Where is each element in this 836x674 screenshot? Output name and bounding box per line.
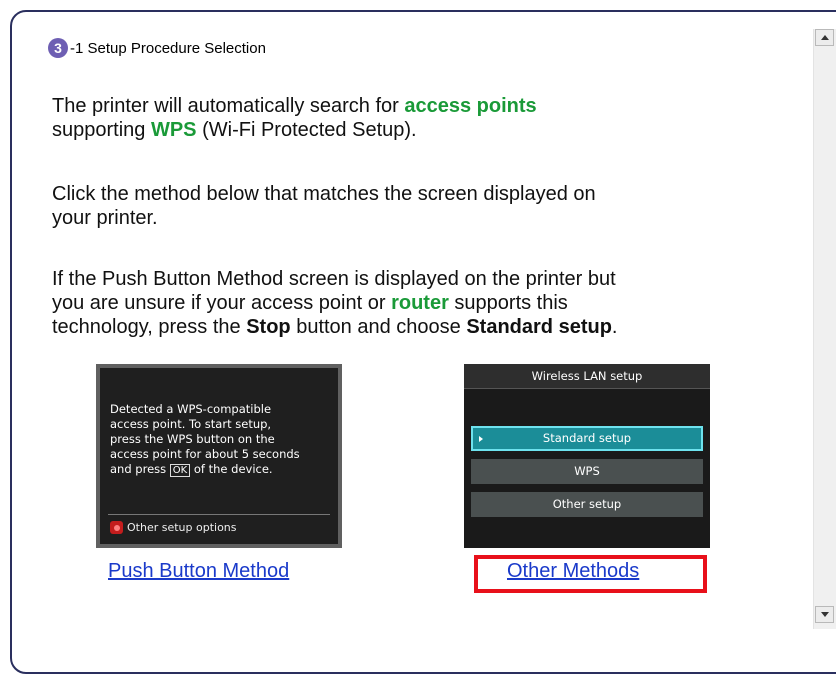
push-button-method-link[interactable]: Push Button Method (108, 560, 289, 583)
screen-text-part: and press (110, 462, 170, 476)
access-points-term: access points (404, 95, 537, 117)
router-term: router (391, 292, 449, 314)
standard-setup-term: Standard setup (466, 316, 612, 338)
screen-text-line: press the WPS button on the (110, 432, 275, 446)
option-label: Other setup (552, 497, 622, 511)
note-part: supports this (448, 292, 568, 314)
intro-text-part: (Wi-Fi Protected Setup). (196, 119, 417, 141)
instruction-text: Click the method below that matches the … (52, 182, 596, 230)
other-methods-link[interactable]: Other Methods (507, 560, 639, 583)
screen-text-line: access point for about 5 seconds (110, 447, 300, 461)
note-part: . (611, 316, 618, 338)
screen-text-line: access point. To start setup, (110, 417, 272, 431)
step-header: 3 -1 Setup Procedure Selection (48, 38, 266, 58)
standard-setup-option: Standard setup (471, 426, 703, 451)
scroll-down-button[interactable] (815, 606, 834, 623)
other-setup-option: Other setup (471, 492, 703, 517)
wlan-screen-title: Wireless LAN setup (464, 364, 710, 389)
wireless-lan-screen-image[interactable]: Wireless LAN setup Standard setup WPS Ot… (464, 364, 710, 548)
selection-arrow-icon (479, 436, 483, 442)
screen-text-part: of the device. (190, 462, 273, 476)
note-part: technology, press the (52, 316, 247, 338)
ok-key-label: OK (169, 464, 191, 477)
stop-button-icon (110, 521, 123, 534)
note-text: If the Push Button Method screen is disp… (52, 267, 617, 339)
push-button-screen-image[interactable]: Detected a WPS-compatible access point. … (96, 364, 342, 548)
instruction-line: Click the method below that matches the … (52, 183, 596, 205)
intro-text-part: supporting (52, 119, 151, 141)
note-line: If the Push Button Method screen is disp… (52, 268, 616, 290)
screen-divider (108, 514, 330, 515)
other-setup-options-label: Other setup options (127, 521, 237, 534)
stop-term: Stop (246, 316, 291, 338)
triangle-up-icon (820, 35, 829, 40)
intro-text-part: The printer will automatically search fo… (52, 95, 405, 117)
intro-text: The printer will automatically search fo… (52, 94, 537, 142)
step-title: -1 Setup Procedure Selection (70, 39, 266, 57)
option-label: WPS (574, 464, 600, 478)
screen-text-line: and press OK of the device. (110, 462, 328, 478)
step-number-badge: 3 (48, 38, 68, 58)
note-part: button and choose (290, 316, 467, 338)
scroll-up-button[interactable] (815, 29, 834, 46)
note-part: you are unsure if your access point or (52, 292, 392, 314)
screen-text-line: Detected a WPS-compatible (110, 402, 272, 416)
triangle-down-icon (820, 612, 829, 617)
option-label: Standard setup (542, 431, 632, 445)
wps-term: WPS (150, 119, 197, 141)
push-button-screen-display: Detected a WPS-compatible access point. … (100, 368, 338, 544)
screen-footer: Other setup options (110, 520, 237, 535)
wps-option: WPS (471, 459, 703, 484)
vertical-scrollbar[interactable] (813, 29, 836, 629)
instruction-line: your printer. (52, 207, 158, 229)
